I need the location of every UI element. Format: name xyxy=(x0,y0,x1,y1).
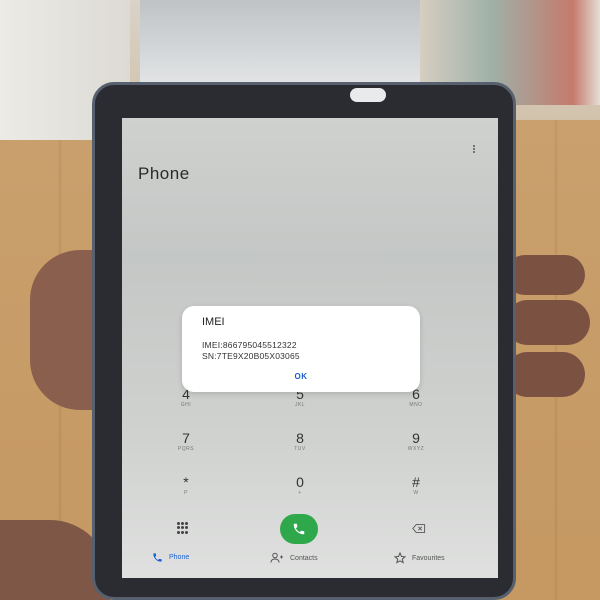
ok-button[interactable]: OK xyxy=(182,372,420,381)
call-button[interactable] xyxy=(280,514,318,544)
imei-dialog: IMEI IMEI:866795045512322 SN:7TE9X20B05X… xyxy=(182,306,420,392)
dialpad-key-9[interactable]: 9 WXYZ xyxy=(386,430,446,452)
nav-tab-contacts[interactable]: Contacts xyxy=(270,552,318,564)
bottom-navigation: Phone Contacts Favourites xyxy=(122,548,498,578)
key-digit: 0 xyxy=(296,474,304,490)
keypad-toggle-icon[interactable] xyxy=(177,522,189,534)
key-letters: JKL xyxy=(294,402,306,408)
nav-label: Contacts xyxy=(290,554,318,562)
dialpad-key-star[interactable]: * P xyxy=(156,474,216,496)
key-digit: # xyxy=(412,474,420,490)
dialpad-key-hash[interactable]: # W xyxy=(386,474,446,496)
nav-label: Phone xyxy=(169,554,190,561)
tablet-screen: Phone 4 GHI 5 JKL 6 MNO 7 PQRS 8 TUV 9 W… xyxy=(122,118,498,578)
right-finger-2 xyxy=(505,300,590,345)
right-finger-1 xyxy=(505,255,585,295)
key-digit: 9 xyxy=(412,430,420,446)
backspace-icon[interactable] xyxy=(412,524,426,533)
phone-icon xyxy=(153,553,162,562)
dialog-title: IMEI xyxy=(202,316,225,328)
dialpad-key-7[interactable]: 7 PQRS xyxy=(156,430,216,452)
key-letters: WXYZ xyxy=(407,446,425,452)
serial-number-value: SN:7TE9X20B05X03065 xyxy=(202,351,300,361)
more-options-icon[interactable] xyxy=(472,144,476,154)
key-letters: + xyxy=(298,490,302,496)
key-letters: P xyxy=(184,490,188,496)
dialpad-key-8[interactable]: 8 TUV xyxy=(270,430,330,452)
nav-label: Favourites xyxy=(412,554,445,562)
key-digit: 7 xyxy=(182,430,190,446)
key-digit: 8 xyxy=(296,430,304,446)
background-window xyxy=(140,0,425,90)
key-letters: GHI xyxy=(180,402,192,408)
right-finger-3 xyxy=(505,352,585,397)
contacts-icon xyxy=(270,552,283,563)
dialpad-key-0[interactable]: 0 + xyxy=(270,474,330,496)
key-digit: * xyxy=(183,474,189,490)
key-letters: MNO xyxy=(409,402,423,408)
page-title: Phone xyxy=(138,164,190,183)
star-icon xyxy=(394,552,406,564)
key-letters: TUV xyxy=(294,446,306,452)
nav-tab-favourites[interactable]: Favourites xyxy=(394,552,445,564)
key-letters: PQRS xyxy=(177,446,195,452)
phone-icon xyxy=(293,523,305,535)
key-letters: W xyxy=(413,490,419,496)
imei-value: IMEI:866795045512322 xyxy=(202,340,297,350)
front-camera xyxy=(350,88,386,102)
nav-tab-phone[interactable]: Phone xyxy=(152,552,189,563)
